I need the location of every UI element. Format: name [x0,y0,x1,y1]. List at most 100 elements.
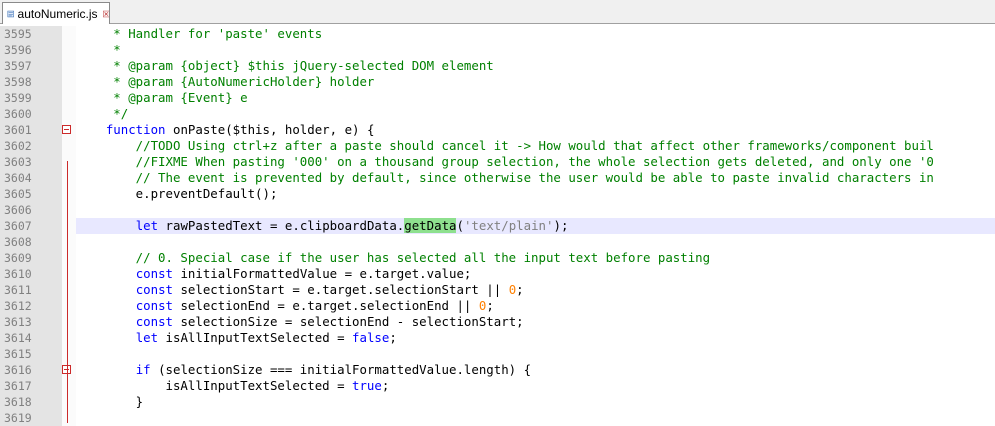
fold-margin [62,90,76,106]
collapse-fold-icon[interactable] [62,125,71,134]
code-line[interactable]: 3607 let rawPastedText = e.clipboardData… [0,218,995,234]
code-line[interactable]: 3605 e.preventDefault(); [0,186,995,202]
line-number: 3611 [4,283,32,297]
code-text: const selectionStart = e.target.selectio… [135,282,524,297]
fold-margin [62,170,76,186]
line-number: 3613 [4,315,32,329]
code-text: if (selectionSize === initialFormattedVa… [135,362,532,377]
code-line[interactable]: 3608 [0,234,995,250]
code-line[interactable]: 3601 function onPaste($this, holder, e) … [0,122,995,138]
code-text: e.preventDefault(); [76,186,278,201]
line-number-gutter: 3610 [0,266,62,282]
line-number: 3600 [4,107,32,121]
code-line[interactable]: 3606 [0,202,995,218]
code-line[interactable]: 3595 * Handler for 'paste' events [0,26,995,42]
line-number-gutter: 3603 [0,154,62,170]
line-number: 3607 [4,219,32,233]
line-number: 3598 [4,75,32,89]
js-file-icon [7,10,14,17]
line-number-gutter: 3601 [0,122,62,138]
code-line[interactable]: 3617 isAllInputTextSelected = true; [0,378,995,394]
code-line[interactable]: 3604 // The event is prevented by defaul… [0,170,995,186]
code-line[interactable]: 3613 const selectionSize = selectionEnd … [0,314,995,330]
line-number: 3601 [4,123,32,137]
line-number: 3597 [4,59,32,73]
code-line[interactable]: 3597 * @param {object} $this jQuery-sele… [0,58,995,74]
fold-margin [62,202,76,218]
code-text: * [76,42,121,57]
code-text: const selectionEnd = e.target.selectionE… [135,298,494,313]
line-number: 3595 [4,27,32,41]
fold-margin [62,362,76,378]
code-text: * @param {AutoNumericHolder} holder [76,74,375,89]
code-text: let isAllInputTextSelected = false; [135,330,397,345]
line-number-gutter: 3609 [0,250,62,266]
fold-margin [62,26,76,42]
code-text: // The event is prevented by default, si… [76,170,934,185]
code-line[interactable]: 3596 * [0,42,995,58]
code-text: //TODO Using ctrl+z after a paste should… [76,138,934,153]
line-number-gutter: 3595 [0,26,62,42]
line-number-gutter: 3598 [0,74,62,90]
fold-margin [62,282,76,298]
code-text: * @param {object} $this jQuery-selected … [76,58,494,73]
code-text: // 0. Special case if the user has selec… [76,250,711,265]
line-number-gutter: 3611 [0,282,62,298]
line-number: 3602 [4,139,32,153]
line-number: 3609 [4,251,32,265]
code-line[interactable]: 3614 let isAllInputTextSelected = false; [0,330,995,346]
close-icon[interactable] [102,8,109,20]
code-line[interactable]: 3615 [0,346,995,362]
code-line[interactable]: 3610 const initialFormattedValue = e.tar… [0,266,995,282]
fold-margin [62,154,76,170]
line-number-gutter: 3597 [0,58,62,74]
code-line[interactable]: 3602 //TODO Using ctrl+z after a paste s… [0,138,995,154]
code-text: } [76,394,144,409]
line-number: 3605 [4,187,32,201]
code-text: function onPaste($this, holder, e) { [105,122,375,137]
code-line[interactable]: 3616 if (selectionSize === initialFormat… [0,362,995,378]
line-number-gutter: 3608 [0,234,62,250]
line-number-gutter: 3618 [0,394,62,410]
line-number: 3614 [4,331,32,345]
code-line[interactable]: 3619 [0,410,995,426]
line-number: 3615 [4,347,32,361]
line-number-gutter: 3616 [0,362,62,378]
code-line[interactable]: 3611 const selectionStart = e.target.sel… [0,282,995,298]
line-number: 3610 [4,267,32,281]
line-number-gutter: 3599 [0,90,62,106]
fold-margin [62,378,76,394]
tab-bar: autoNumeric.js [0,0,995,24]
code-line[interactable]: 3603 //FIXME When pasting '000' on a tho… [0,154,995,170]
line-number: 3619 [4,411,32,425]
line-number-gutter: 3600 [0,106,62,122]
fold-margin [62,346,76,362]
code-text: let rawPastedText = e.clipboardData.getD… [135,218,569,233]
code-line[interactable]: 3600 */ [0,106,995,122]
line-number: 3616 [4,363,32,377]
code-line[interactable]: 3599 * @param {Event} e [0,90,995,106]
line-number: 3612 [4,299,32,313]
line-number-gutter: 3604 [0,170,62,186]
line-number: 3618 [4,395,32,409]
line-number-gutter: 3606 [0,202,62,218]
line-number-gutter: 3605 [0,186,62,202]
fold-margin [62,106,76,122]
fold-margin [62,186,76,202]
fold-margin [62,330,76,346]
fold-margin [62,74,76,90]
code-editor[interactable]: 3595 * Handler for 'paste' events 3596 * 3… [0,24,995,426]
code-line[interactable]: 3609 // 0. Special case if the user has … [0,250,995,266]
code-line[interactable]: 3618 } [0,394,995,410]
fold-margin [62,314,76,330]
line-number-gutter: 3615 [0,346,62,362]
file-tab[interactable]: autoNumeric.js [2,2,110,24]
code-line[interactable]: 3612 const selectionEnd = e.target.selec… [0,298,995,314]
fold-margin [62,234,76,250]
code-line[interactable]: 3598 * @param {AutoNumericHolder} holder [0,74,995,90]
line-number-gutter: 3617 [0,378,62,394]
code-text: const initialFormattedValue = e.target.v… [135,266,472,281]
fold-margin [62,122,76,138]
line-number: 3608 [4,235,32,249]
line-number: 3603 [4,155,32,169]
